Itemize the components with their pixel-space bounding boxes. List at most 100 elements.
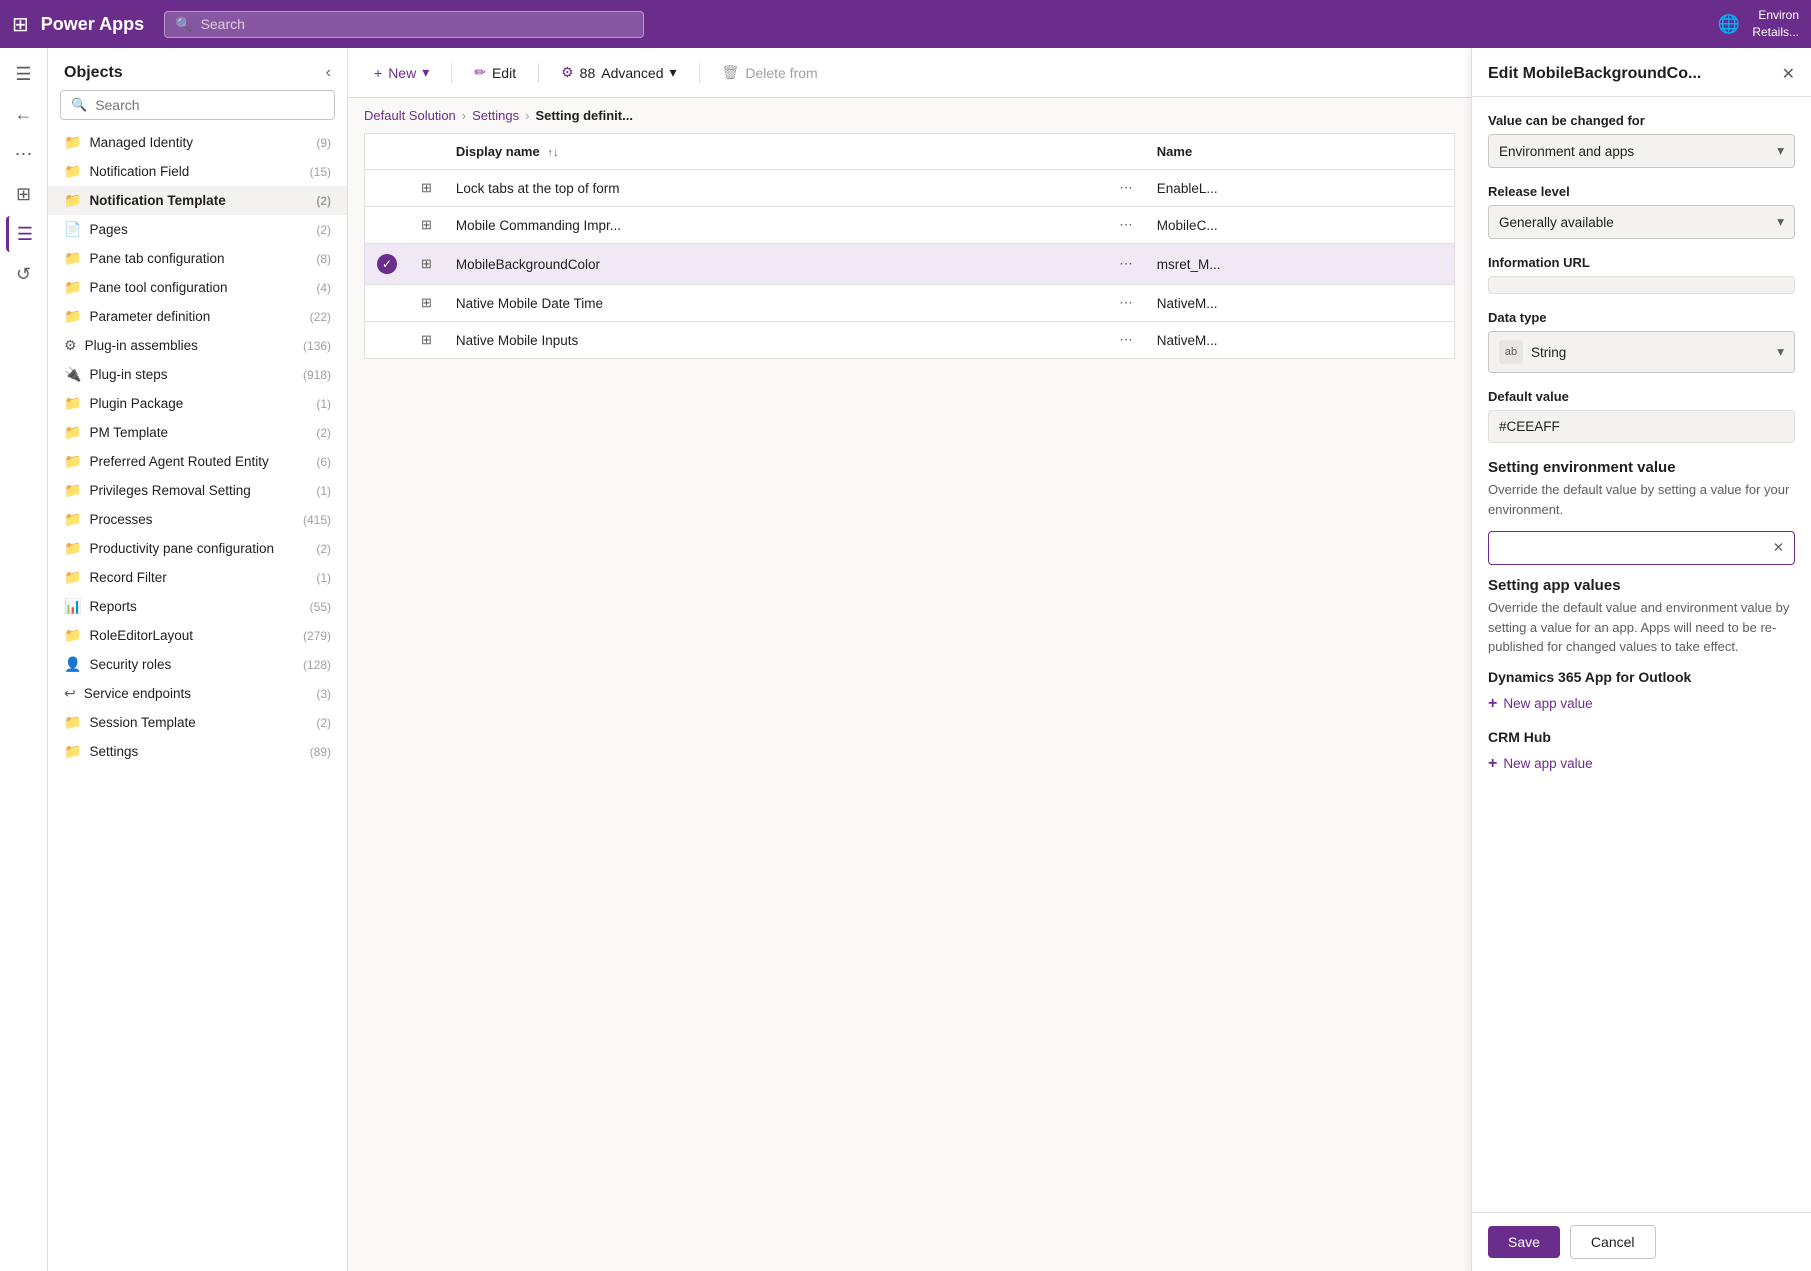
sidebar-item-count-pm-template: (2)	[316, 426, 331, 440]
advanced-button[interactable]: ⚙ 88 Advanced ▾	[551, 58, 686, 87]
table-row[interactable]: ⊞ Lock tabs at the top of form ⋯ EnableL…	[365, 170, 1455, 207]
sidebar-item-label-plugin-package: Plugin Package	[89, 396, 308, 411]
data-type-dropdown[interactable]: ab String ▾	[1488, 331, 1795, 373]
sidebar-item-managed-identity[interactable]: 📁 Managed Identity (9)	[48, 128, 347, 157]
sidebar-item-privileges-removal[interactable]: 📁 Privileges Removal Setting (1)	[48, 476, 347, 505]
table-row[interactable]: ⊞ Native Mobile Inputs ⋯ NativeM...	[365, 322, 1455, 359]
sidebar-collapse-button[interactable]: ‹	[326, 64, 331, 82]
col-display-name[interactable]: Display name ↑↓	[444, 134, 1107, 170]
rail-list-icon[interactable]: ☰	[6, 216, 42, 252]
sidebar-item-icon-pane-tool-config: 📁	[64, 279, 81, 296]
row-more[interactable]: ⋯	[1107, 170, 1145, 207]
save-button[interactable]: Save	[1488, 1226, 1560, 1258]
sidebar-item-productivity-pane[interactable]: 📁 Productivity pane configuration (2)	[48, 534, 347, 563]
sidebar-item-plugin-package[interactable]: 📁 Plugin Package (1)	[48, 389, 347, 418]
edit-label: Edit	[492, 65, 516, 81]
panel-close-button[interactable]: ✕	[1782, 64, 1795, 84]
app2-new-value-button[interactable]: + New app value	[1488, 751, 1795, 777]
row-more-icon[interactable]: ⋯	[1119, 332, 1133, 347]
sidebar-item-count-plugin-assemblies: (136)	[303, 339, 331, 353]
row-more-icon[interactable]: ⋯	[1119, 295, 1133, 310]
sidebar-item-session-template[interactable]: 📁 Session Template (2)	[48, 708, 347, 737]
app1-plus-icon: +	[1488, 695, 1497, 713]
sidebar-item-processes[interactable]: 📁 Processes (415)	[48, 505, 347, 534]
row-icon: ⊞	[421, 256, 432, 271]
sidebar-item-notification-template[interactable]: 📁 Notification Template (2)	[48, 186, 347, 215]
edit-button[interactable]: ✏ Edit	[464, 58, 526, 87]
row-more-icon[interactable]: ⋯	[1119, 256, 1133, 271]
env-value-input-wrapper[interactable]: #CEEAFF ✕	[1488, 531, 1795, 565]
sidebar-item-icon-notification-field: 📁	[64, 163, 81, 180]
sidebar-item-label-parameter-definition: Parameter definition	[89, 309, 301, 324]
sidebar: Objects ‹ 🔍 📁 Managed Identity (9) 📁 Not…	[48, 48, 348, 1271]
sidebar-item-pages[interactable]: 📄 Pages (2)	[48, 215, 347, 244]
sidebar-item-preferred-agent[interactable]: 📁 Preferred Agent Routed Entity (6)	[48, 447, 347, 476]
row-check-cell	[365, 207, 410, 244]
rail-history-icon[interactable]: ↺	[6, 256, 42, 292]
app1-new-value-button[interactable]: + New app value	[1488, 691, 1795, 717]
env-info: Environ Retails...	[1752, 7, 1799, 41]
rail-back-icon[interactable]: ←	[6, 96, 42, 132]
sidebar-item-label-pane-tool-config: Pane tool configuration	[89, 280, 308, 295]
sidebar-item-settings[interactable]: 📁 Settings (89)	[48, 737, 347, 766]
sidebar-item-plugin-assemblies[interactable]: ⚙ Plug-in assemblies (136)	[48, 331, 347, 360]
sidebar-item-label-notification-template: Notification Template	[89, 193, 308, 208]
env-value-input[interactable]: #CEEAFF	[1499, 541, 1773, 556]
waffle-icon[interactable]: ⊞	[12, 12, 29, 37]
sidebar-item-notification-field[interactable]: 📁 Notification Field (15)	[48, 157, 347, 186]
sidebar-item-count-productivity-pane: (2)	[316, 542, 331, 556]
sidebar-item-label-role-editor-layout: RoleEditorLayout	[89, 628, 295, 643]
table-row[interactable]: ⊞ Native Mobile Date Time ⋯ NativeM...	[365, 285, 1455, 322]
table-row[interactable]: ✓ ⊞ MobileBackgroundColor ⋯ msret_M...	[365, 244, 1455, 285]
app1-new-label: New app value	[1503, 696, 1592, 711]
sidebar-search-input[interactable]	[95, 97, 324, 113]
sidebar-item-icon-reports: 📊	[64, 598, 81, 615]
sidebar-item-count-security-roles: (128)	[303, 658, 331, 672]
sidebar-item-pane-tab-config[interactable]: 📁 Pane tab configuration (8)	[48, 244, 347, 273]
cancel-button[interactable]: Cancel	[1570, 1225, 1656, 1259]
global-search-box[interactable]: 🔍	[164, 11, 644, 38]
env-sub: Retails...	[1752, 24, 1799, 41]
row-more[interactable]: ⋯	[1107, 285, 1145, 322]
row-name: NativeM...	[1145, 285, 1455, 322]
row-more-icon[interactable]: ⋯	[1119, 217, 1133, 232]
sidebar-item-role-editor-layout[interactable]: 📁 RoleEditorLayout (279)	[48, 621, 347, 650]
row-more[interactable]: ⋯	[1107, 322, 1145, 359]
env-value-clear-icon[interactable]: ✕	[1773, 540, 1784, 556]
rail-grid-icon[interactable]: ⊞	[6, 176, 42, 212]
row-more-icon[interactable]: ⋯	[1119, 180, 1133, 195]
breadcrumb-item-2[interactable]: Settings	[472, 108, 519, 123]
row-icon: ⊞	[421, 332, 432, 347]
sidebar-item-reports[interactable]: 📊 Reports (55)	[48, 592, 347, 621]
sidebar-item-icon-security-roles: 👤	[64, 656, 81, 673]
new-button[interactable]: + New ▾	[364, 58, 439, 87]
sidebar-item-service-endpoints[interactable]: ↩ Service endpoints (3)	[48, 679, 347, 708]
global-search-input[interactable]	[201, 16, 634, 32]
data-type-label: Data type	[1488, 310, 1795, 325]
sidebar-item-record-filter[interactable]: 📁 Record Filter (1)	[48, 563, 347, 592]
sidebar-item-parameter-definition[interactable]: 📁 Parameter definition (22)	[48, 302, 347, 331]
right-panel: Edit MobileBackgroundCo... ✕ Value can b…	[1471, 48, 1811, 1271]
sidebar-item-count-service-endpoints: (3)	[316, 687, 331, 701]
rail-dots-icon[interactable]: ⋯	[6, 136, 42, 172]
value-changed-dropdown[interactable]: Environment and apps ▾	[1488, 134, 1795, 168]
delete-button[interactable]: 🗑 Delete from	[712, 58, 828, 87]
sidebar-item-security-roles[interactable]: 👤 Security roles (128)	[48, 650, 347, 679]
sidebar-search-box[interactable]: 🔍	[60, 90, 335, 120]
release-level-dropdown[interactable]: Generally available ▾	[1488, 205, 1795, 239]
sidebar-item-pm-template[interactable]: 📁 PM Template (2)	[48, 418, 347, 447]
breadcrumb-item-1[interactable]: Default Solution	[364, 108, 456, 123]
row-name: EnableL...	[1145, 170, 1455, 207]
table-row[interactable]: ⊞ Mobile Commanding Impr... ⋯ MobileC...	[365, 207, 1455, 244]
sidebar-item-pane-tool-config[interactable]: 📁 Pane tool configuration (4)	[48, 273, 347, 302]
row-more[interactable]: ⋯	[1107, 244, 1145, 285]
col-name[interactable]: Name	[1145, 134, 1455, 170]
rail-menu-icon[interactable]: ☰	[6, 56, 42, 92]
sidebar-item-count-notification-field: (15)	[310, 165, 331, 179]
row-name: msret_M...	[1145, 244, 1455, 285]
sidebar-item-icon-record-filter: 📁	[64, 569, 81, 586]
row-more[interactable]: ⋯	[1107, 207, 1145, 244]
sidebar-item-plugin-steps[interactable]: 🔌 Plug-in steps (918)	[48, 360, 347, 389]
setting-app-title: Setting app values	[1488, 577, 1795, 594]
advanced-count: 88	[580, 65, 596, 81]
